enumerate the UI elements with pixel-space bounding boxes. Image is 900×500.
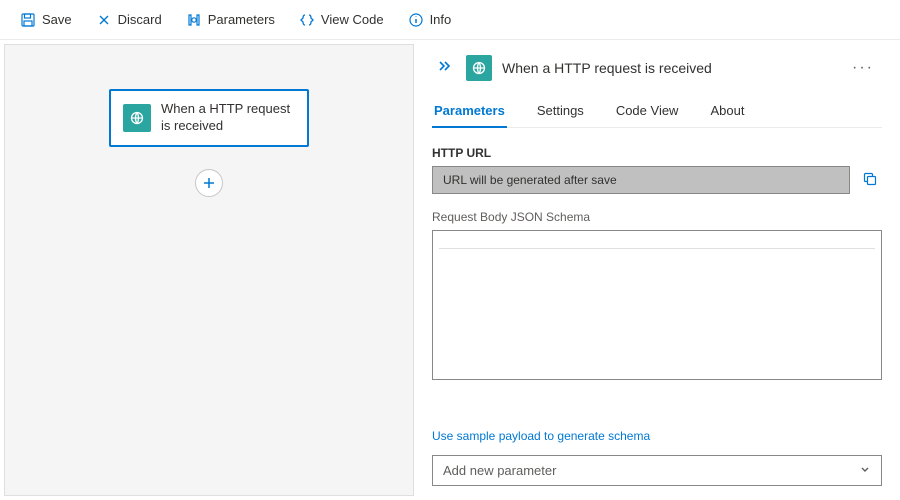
schema-editor-wrapper xyxy=(432,230,882,380)
panel-title: When a HTTP request is received xyxy=(502,60,712,76)
use-sample-payload-link[interactable]: Use sample payload to generate schema xyxy=(432,429,882,443)
http-trigger-icon xyxy=(123,104,151,132)
schema-field: Request Body JSON Schema xyxy=(432,210,882,403)
info-icon xyxy=(408,12,424,28)
info-button[interactable]: Info xyxy=(398,8,462,32)
add-parameter-select[interactable]: Add new parameter xyxy=(432,455,882,486)
save-label: Save xyxy=(42,12,72,27)
toolbar: Save Discard Parameters View Code Info xyxy=(0,0,900,40)
tab-parameters[interactable]: Parameters xyxy=(432,95,507,128)
save-button[interactable]: Save xyxy=(10,8,82,32)
parameters-label: Parameters xyxy=(208,12,275,27)
chevron-double-right-icon xyxy=(436,58,452,74)
http-url-value: URL will be generated after save xyxy=(432,166,850,194)
schema-label: Request Body JSON Schema xyxy=(432,210,882,224)
info-label: Info xyxy=(430,12,452,27)
view-code-label: View Code xyxy=(321,12,384,27)
add-parameter-placeholder: Add new parameter xyxy=(443,463,556,478)
copy-url-button[interactable] xyxy=(858,167,882,194)
panel-header: When a HTTP request is received ··· xyxy=(432,54,882,81)
save-icon xyxy=(20,12,36,28)
discard-label: Discard xyxy=(118,12,162,27)
schema-editor-header xyxy=(439,231,875,249)
trigger-card[interactable]: When a HTTP request is received xyxy=(109,89,309,147)
trigger-card-label: When a HTTP request is received xyxy=(161,101,295,135)
more-menu-button[interactable]: ··· xyxy=(844,55,882,81)
content-area: When a HTTP request is received When a H… xyxy=(0,40,900,500)
schema-input[interactable] xyxy=(433,249,881,377)
http-trigger-icon xyxy=(466,55,492,81)
ellipsis-icon: ··· xyxy=(852,59,874,76)
panel-tabs: Parameters Settings Code View About xyxy=(432,95,882,128)
copy-icon xyxy=(862,171,878,187)
tab-about[interactable]: About xyxy=(708,95,746,128)
discard-icon xyxy=(96,12,112,28)
plus-icon xyxy=(202,176,216,190)
parameters-button[interactable]: Parameters xyxy=(176,8,285,32)
designer-canvas[interactable]: When a HTTP request is received xyxy=(4,44,414,496)
code-icon xyxy=(299,12,315,28)
tab-code-view[interactable]: Code View xyxy=(614,95,681,128)
collapse-panel-button[interactable] xyxy=(432,54,456,81)
http-url-field: HTTP URL URL will be generated after sav… xyxy=(432,146,882,194)
chevron-down-icon xyxy=(859,463,871,478)
parameters-icon xyxy=(186,12,202,28)
add-step-button[interactable] xyxy=(195,169,223,197)
view-code-button[interactable]: View Code xyxy=(289,8,394,32)
details-panel: When a HTTP request is received ··· Para… xyxy=(414,40,900,500)
discard-button[interactable]: Discard xyxy=(86,8,172,32)
http-url-label: HTTP URL xyxy=(432,146,882,160)
tab-settings[interactable]: Settings xyxy=(535,95,586,128)
